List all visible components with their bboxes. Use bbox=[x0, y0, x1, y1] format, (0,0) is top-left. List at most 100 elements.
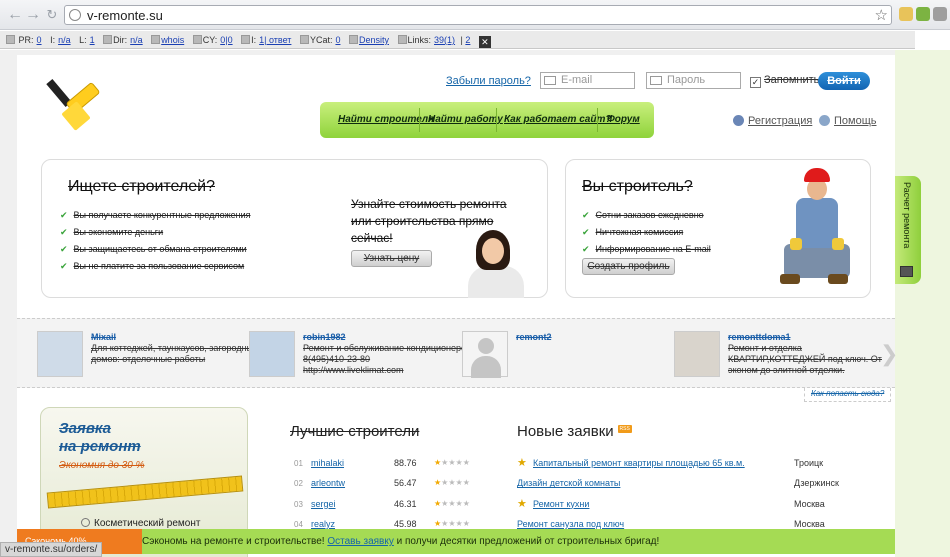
glove-right bbox=[832, 238, 844, 250]
chevron-right-icon[interactable]: ❯ bbox=[880, 341, 898, 367]
email-field[interactable]: E-mail bbox=[540, 72, 635, 89]
builder-link[interactable]: sergei bbox=[311, 499, 336, 509]
request-link[interactable]: Ремонт кухни bbox=[533, 499, 589, 509]
menu-item-how-it-works[interactable]: Как работает сайт? bbox=[504, 114, 611, 125]
builder-card: Вы строитель? ✔ Сотни заказов ежедневно ✔… bbox=[565, 159, 871, 298]
builder-name[interactable]: Mixail bbox=[91, 332, 116, 342]
glove-left bbox=[790, 238, 802, 250]
builder-description: Для коттеджей, таунхаусов, загородных до… bbox=[91, 343, 258, 364]
repair-type-option[interactable]: Косметический ремонт bbox=[81, 518, 200, 529]
builder-link[interactable]: realyz bbox=[311, 519, 335, 529]
request-city: Москва bbox=[794, 518, 825, 529]
register-label: Регистрация bbox=[748, 115, 813, 127]
help-icon bbox=[819, 115, 830, 126]
builder-name[interactable]: robin1982 bbox=[303, 332, 346, 342]
i-icon bbox=[241, 35, 251, 44]
menu-separator bbox=[419, 108, 420, 132]
builder-photo[interactable] bbox=[37, 331, 83, 377]
address-bar[interactable]: v-remonte.su ☆ bbox=[64, 5, 892, 25]
envelope-icon bbox=[544, 76, 556, 85]
i2-metric[interactable]: I: 1| ответ bbox=[241, 35, 294, 45]
check-icon: ✔ bbox=[582, 227, 590, 237]
cy-icon bbox=[192, 35, 202, 44]
register-link[interactable]: Регистрация bbox=[733, 115, 812, 127]
bookmark-star-icon[interactable]: ☆ bbox=[875, 6, 888, 24]
table-row: 02 arleontw 56.47 ★★★★★ bbox=[294, 475, 484, 495]
leave-request-link[interactable]: Оставь заявку bbox=[327, 536, 393, 547]
checkbox-icon[interactable]: ✓ bbox=[750, 77, 761, 88]
best-builders-title: Лучшие строители bbox=[290, 423, 420, 440]
gear-icon[interactable] bbox=[6, 35, 15, 44]
pr-metric[interactable]: PR: 0 bbox=[19, 35, 45, 45]
extension-icon-1[interactable] bbox=[899, 7, 913, 21]
how-to-get-here-link[interactable]: Как попасть сюда? bbox=[804, 388, 892, 402]
login-button[interactable]: Войти bbox=[818, 72, 870, 90]
menu-item-forum[interactable]: Форум bbox=[607, 114, 640, 125]
request-link[interactable]: Ремонт санузла под ключ bbox=[517, 519, 624, 529]
builder-photo[interactable] bbox=[674, 331, 720, 377]
banner-lead: Сэкономь на ремонте и строительстве! bbox=[142, 536, 325, 547]
lock-icon bbox=[650, 76, 662, 85]
check-icon: ✔ bbox=[582, 210, 590, 220]
check-icon: ✔ bbox=[60, 244, 68, 254]
cy-metric[interactable]: CY: 0|0 bbox=[192, 35, 236, 45]
page-content: Забыли пароль? E-mail Пароль ✓ Запомнить … bbox=[17, 55, 898, 557]
builder-link[interactable]: mihalaki bbox=[311, 458, 344, 468]
l-metric[interactable]: L: 1 bbox=[79, 35, 98, 45]
list-item: ✔ Вы не платите за пользование сервисом bbox=[60, 261, 245, 271]
builder-name[interactable]: remonttdoma1 bbox=[728, 332, 791, 342]
extension-icon-2[interactable] bbox=[916, 7, 930, 21]
get-price-button[interactable]: Узнать цену bbox=[351, 250, 432, 267]
rating-stars: ★★★★★ bbox=[434, 458, 470, 467]
remember-label: Запомнить bbox=[764, 74, 820, 86]
close-icon[interactable]: ✕ bbox=[478, 36, 491, 48]
best-builders-list: 01 mihalaki 88.76 ★★★★★ 02 arleontw 56.4… bbox=[294, 455, 484, 536]
density-link[interactable]: Density bbox=[348, 35, 392, 45]
request-link[interactable]: Капитальный ремонт квартиры площадью 65 … bbox=[533, 458, 745, 468]
help-label: Помощь bbox=[834, 115, 877, 127]
featured-builders-strip: Mixail Для коттеджей, таунхаусов, загоро… bbox=[17, 318, 898, 388]
customer-card-title: Ищете строителей? bbox=[68, 178, 215, 195]
repair-calculator-label: Расчет ремонта bbox=[902, 182, 912, 249]
whois-link[interactable]: whois bbox=[151, 35, 187, 45]
forgot-password-link[interactable]: Забыли пароль? bbox=[446, 75, 531, 87]
check-icon: ✔ bbox=[582, 244, 590, 254]
dir-metric[interactable]: Dir: n/a bbox=[103, 35, 146, 45]
avatar-head bbox=[478, 338, 494, 354]
site-logo[interactable] bbox=[46, 75, 107, 131]
woman-face bbox=[482, 238, 504, 264]
table-row: ★ Капитальный ремонт квартиры площадью 6… bbox=[517, 455, 862, 475]
builder-link[interactable]: arleontw bbox=[311, 478, 345, 488]
request-link[interactable]: Дизайн детской комнаты bbox=[517, 478, 620, 488]
create-profile-button[interactable]: Создать профиль bbox=[582, 258, 675, 275]
customer-benefits-list: ✔ Вы получаете конкурентные предложения ✔… bbox=[60, 210, 250, 278]
table-row: 03 sergei 46.31 ★★★★★ bbox=[294, 496, 484, 516]
forward-arrow-icon[interactable]: → bbox=[24, 6, 42, 24]
menu-item-find-work[interactable]: Найти работу bbox=[428, 114, 503, 125]
right-background bbox=[895, 50, 950, 557]
ycat-metric[interactable]: YCat: 0 bbox=[299, 35, 344, 45]
builder-description: Ремонт и обслуживание кондиционеров 8(49… bbox=[303, 343, 471, 375]
i-metric[interactable]: I: n/a bbox=[50, 35, 74, 45]
builder-card-title: Вы строитель? bbox=[582, 178, 693, 195]
repair-calculator-tab[interactable]: Расчет ремонта bbox=[895, 176, 921, 284]
radio-icon[interactable] bbox=[81, 518, 90, 527]
request-subtitle: Экономия до 30 % bbox=[59, 460, 145, 471]
rank-number: 02 bbox=[294, 479, 303, 489]
links-metric[interactable]: Links: 39(1) | 2 bbox=[397, 35, 474, 45]
password-field[interactable]: Пароль bbox=[646, 72, 741, 89]
back-arrow-icon[interactable]: ← bbox=[6, 6, 24, 24]
request-city: Троицк bbox=[794, 458, 824, 468]
builder-photo-placeholder[interactable] bbox=[462, 331, 508, 378]
builder-name[interactable]: remont2 bbox=[516, 332, 552, 342]
rss-icon[interactable]: RSS bbox=[617, 425, 632, 433]
request-city: Москва bbox=[794, 498, 825, 509]
help-link[interactable]: Помощь bbox=[819, 115, 877, 127]
reload-icon[interactable]: ↻ bbox=[43, 6, 61, 24]
remember-checkbox[interactable]: ✓ Запомнить bbox=[750, 74, 819, 88]
request-city: Дзержинск bbox=[794, 478, 839, 489]
list-item: ✔ Ничтожная комиссия bbox=[582, 227, 684, 237]
builder-photo[interactable] bbox=[249, 331, 295, 377]
ycat-icon bbox=[299, 35, 309, 44]
menu-wrench-icon[interactable] bbox=[933, 7, 947, 21]
